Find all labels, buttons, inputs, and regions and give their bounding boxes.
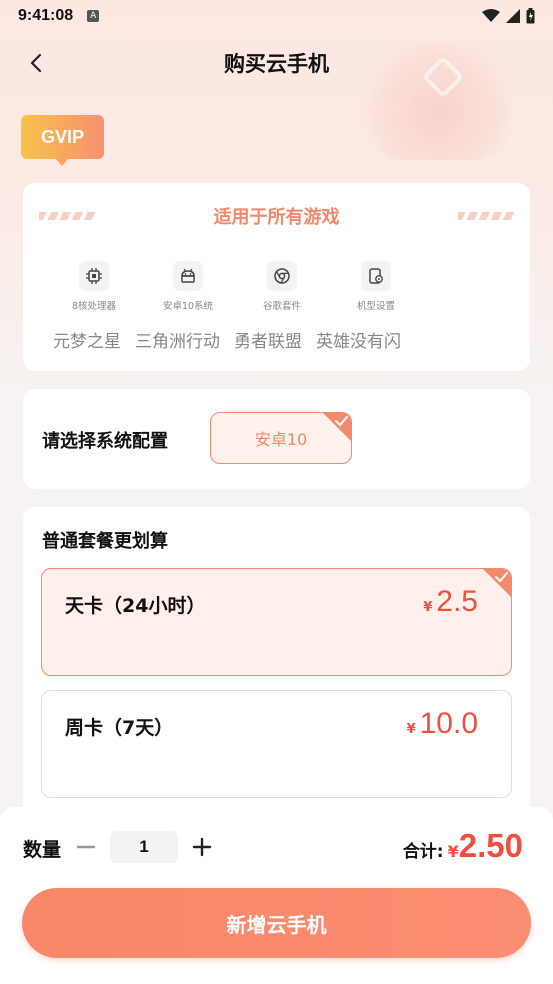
order-bar: 数量 1 合计: ¥ 2.50 新增云手机 xyxy=(0,807,553,984)
game-name: 元梦之星 xyxy=(53,332,121,352)
feature-item-android: 安卓10系统 xyxy=(141,261,235,312)
config-option-android10[interactable]: 安卓10 xyxy=(210,412,352,464)
quantity-value[interactable]: 1 xyxy=(110,831,178,863)
order-total: 合计: ¥ 2.50 xyxy=(403,827,523,865)
currency-symbol: ¥ xyxy=(406,722,416,737)
page-title: 购买云手机 xyxy=(224,52,329,76)
config-option-label: 安卓10 xyxy=(254,430,308,449)
price-amount: 10.0 xyxy=(419,707,478,740)
feature-list: 8核处理器 安卓10系统 谷歌套件 机型设置 xyxy=(47,261,423,312)
status-bar: 9:41:08 A xyxy=(0,0,553,32)
feature-item-cpu: 8核处理器 xyxy=(47,261,141,312)
quantity-label: 数量 xyxy=(23,839,62,861)
feature-label: 谷歌套件 xyxy=(262,301,301,312)
plan-option-day[interactable]: 天卡（24小时） ¥ 2.5 xyxy=(41,568,512,676)
cpu-icon xyxy=(79,261,109,291)
add-cloud-phone-button[interactable]: 新增云手机 xyxy=(22,888,531,958)
total-amount: 2.50 xyxy=(458,827,523,864)
supported-games-card: 适用于所有游戏 8核处理器 安卓10系统 谷歌套件 机型设置 元梦之星 三角洲行… xyxy=(23,183,530,371)
plans-card: 普通套餐更划算 天卡（24小时） ¥ 2.5 周卡（7天） ¥ 10.0 xyxy=(23,507,530,827)
selected-check-icon xyxy=(483,569,511,597)
currency-symbol: ¥ xyxy=(423,600,433,615)
plan-option-week[interactable]: 周卡（7天） ¥ 10.0 xyxy=(41,690,512,798)
feature-label: 安卓10系统 xyxy=(162,301,214,312)
minus-icon[interactable] xyxy=(74,835,98,859)
battery-icon xyxy=(526,8,535,24)
device-settings-icon xyxy=(361,261,391,291)
notification-indicator-icon: A xyxy=(87,10,100,22)
game-name: 英雄没有闪 xyxy=(316,332,401,352)
total-label: 合计: xyxy=(402,842,444,862)
game-name: 三角洲行动 xyxy=(135,332,220,352)
config-label: 请选择系统配置 xyxy=(42,431,168,452)
gvip-badge: GVIP xyxy=(21,115,104,166)
feature-item-google: 谷歌套件 xyxy=(235,261,329,312)
system-config-card: 请选择系统配置 安卓10 xyxy=(23,389,530,489)
status-time: 9:41:08 xyxy=(18,7,74,24)
plans-title: 普通套餐更划算 xyxy=(42,531,168,552)
header-stripes-right xyxy=(458,212,514,220)
total-currency: ¥ xyxy=(447,842,459,861)
navigation-bar: 购买云手机 xyxy=(0,40,553,86)
plan-price: ¥ 10.0 xyxy=(407,707,478,741)
plan-name: 天卡（24小时） xyxy=(65,595,206,617)
back-arrow-icon[interactable] xyxy=(24,50,50,76)
games-card-title: 适用于所有游戏 xyxy=(213,207,340,228)
feature-label: 机型设置 xyxy=(356,301,395,312)
game-name: 勇者联盟 xyxy=(234,332,302,352)
android-icon xyxy=(173,261,203,291)
feature-item-device-settings: 机型设置 xyxy=(329,261,423,312)
selected-check-icon xyxy=(323,413,351,441)
games-list: 元梦之星 三角洲行动 勇者联盟 英雄没有闪 xyxy=(53,327,401,352)
signal-icon xyxy=(506,9,520,23)
chrome-icon xyxy=(267,261,297,291)
feature-label: 8核处理器 xyxy=(71,301,117,312)
price-amount: 2.5 xyxy=(436,585,478,618)
plus-icon[interactable] xyxy=(190,835,214,859)
plan-name: 周卡（7天） xyxy=(65,717,174,739)
wifi-icon xyxy=(482,9,500,22)
plan-price: ¥ 2.5 xyxy=(423,585,478,619)
